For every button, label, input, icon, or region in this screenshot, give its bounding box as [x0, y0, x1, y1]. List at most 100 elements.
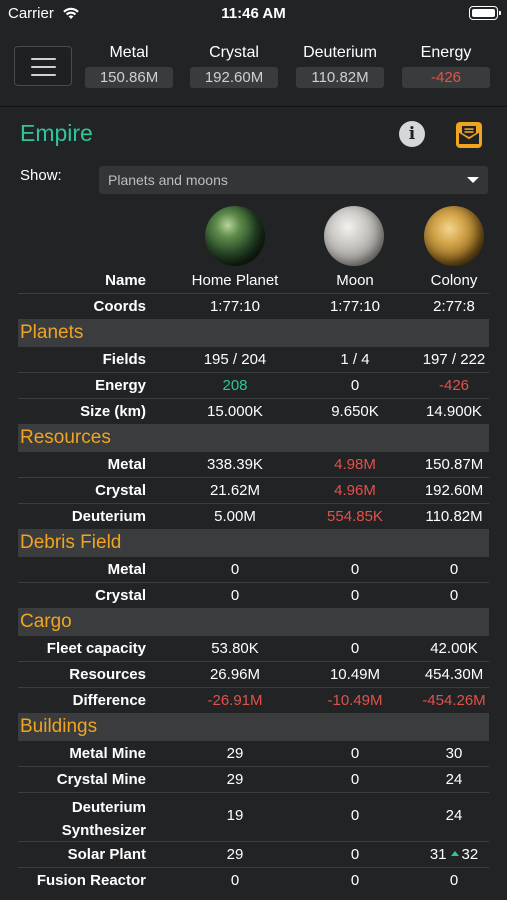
coords-cell: 2:77:8 — [433, 298, 475, 315]
resource-value: 192.60M — [190, 67, 278, 88]
header-divider — [0, 106, 507, 107]
table-row-size: Size (km) 15.000K 9.650K 14.900K — [18, 399, 489, 425]
table-cell: 26.96M — [209, 666, 261, 683]
header-resource-metal: Metal 150.86M — [85, 44, 173, 88]
resource-name: Crystal — [209, 44, 259, 61]
table-row-name: Name Home Planet Moon Colony — [18, 268, 489, 294]
section-title: Cargo — [20, 611, 72, 632]
table-cell: 197 / 222 — [422, 351, 486, 368]
row-label: Deuterium Synthesizer — [18, 796, 146, 842]
resource-name: Energy — [420, 44, 472, 61]
row-label: Name — [105, 272, 146, 289]
row-label: Energy — [95, 377, 146, 394]
table-cell: 5.00M — [214, 508, 256, 525]
hamburger-menu-button[interactable] — [14, 46, 72, 86]
section-header-buildings: Buildings — [18, 714, 489, 741]
menu-icon — [31, 58, 56, 60]
status-bar: Carrier 11:46 AM — [0, 0, 507, 30]
clock: 11:46 AM — [221, 5, 286, 22]
row-label: Solar Plant — [67, 846, 146, 863]
row-label: Fusion Reactor — [36, 872, 146, 889]
upgrade-arrow-icon — [450, 851, 459, 857]
table-cell: 29 — [226, 745, 244, 762]
table-cell: 29 — [226, 846, 244, 863]
table-cell: 0 — [449, 872, 459, 889]
section-header-cargo: Cargo — [18, 609, 489, 636]
header-resource-crystal: Crystal 192.60M — [190, 44, 278, 88]
row-label: Coords — [93, 298, 147, 315]
resource-name: Metal — [109, 44, 149, 61]
section-header-resources: Resources — [18, 425, 489, 452]
table-cell: -454.26M — [422, 692, 486, 709]
info-icon[interactable]: i — [399, 121, 425, 147]
row-label: Size (km) — [80, 403, 146, 420]
header-resource-deuterium: Deuterium 110.82M — [296, 44, 384, 88]
table-cell: 0 — [230, 587, 240, 604]
table-cell: 192.60M — [424, 482, 484, 499]
table-cell: -26.91M — [207, 692, 263, 709]
resource-name: Deuterium — [303, 44, 377, 61]
messages-icon[interactable] — [454, 120, 484, 150]
planet-name-cell[interactable]: Colony — [394, 272, 507, 290]
table-cell: 208 — [222, 377, 248, 394]
table-cell: 338.39K — [207, 456, 263, 473]
table-cell: 110.82M — [425, 508, 483, 525]
header-resource-energy: Energy -426 — [402, 44, 490, 88]
table-cell: 14.900K — [426, 403, 482, 420]
table-cell: 24 — [445, 807, 463, 824]
coords-cell: 1:77:10 — [209, 298, 261, 315]
row-label: Crystal Mine — [56, 771, 146, 788]
table-cell: 29 — [226, 771, 244, 788]
moon-image[interactable] — [324, 206, 384, 266]
row-label: Metal — [107, 456, 146, 473]
colony-planet-image[interactable] — [424, 206, 484, 266]
table-cell: 0 — [449, 561, 459, 578]
battery-icon — [469, 6, 501, 20]
table-row-solar-plant: Solar Plant 29 0 31 32 — [18, 842, 489, 868]
resource-value: -426 — [402, 67, 490, 88]
current-level: 31 — [429, 846, 447, 863]
show-filter-select[interactable]: Planets and moons — [99, 166, 488, 194]
table-row-coords: Coords 1:77:10 1:77:10 2:77:8 — [18, 294, 489, 320]
table-row-debris-metal: Metal 0 0 0 — [18, 557, 489, 583]
table-row-deuterium-synthesizer: Deuterium Synthesizer 19 0 24 — [18, 793, 489, 842]
section-header-planets: Planets — [18, 320, 489, 347]
table-row-difference: Difference -26.91M -10.49M -454.26M — [18, 688, 489, 714]
table-cell: 42.00K — [430, 640, 478, 657]
table-cell: 21.62M — [209, 482, 261, 499]
row-label: Metal Mine — [69, 745, 146, 762]
row-label-line: Synthesizer — [61, 822, 146, 839]
table-row-cargo-resources: Resources 26.96M 10.49M 454.30M — [18, 662, 489, 688]
table-cell: 53.80K — [211, 640, 259, 657]
page-title: Empire — [20, 120, 93, 146]
table-cell-upgrading: 31 32 — [394, 846, 507, 864]
section-title: Debris Field — [20, 532, 122, 553]
table-row-energy: Energy 208 0 -426 — [18, 373, 489, 399]
home-planet-image[interactable] — [205, 206, 265, 266]
resource-value: 150.86M — [85, 67, 173, 88]
planet-name-cell[interactable]: Home Planet — [175, 272, 295, 290]
row-label: Fleet capacity — [46, 640, 146, 657]
table-row-fleet-capacity: Fleet capacity 53.80K 0 42.00K — [18, 636, 489, 662]
row-label-line: Deuterium — [71, 799, 146, 816]
table-cell: 0 — [449, 587, 459, 604]
table-row-debris-crystal: Crystal 0 0 0 — [18, 583, 489, 609]
table-cell: 24 — [445, 771, 463, 788]
table-cell: 0 — [230, 872, 240, 889]
table-cell: 15.000K — [207, 403, 263, 420]
section-title: Planets — [20, 322, 84, 343]
table-cell: 19 — [226, 807, 244, 824]
table-cell: 150.87M — [424, 456, 484, 473]
table-row-metal-mine: Metal Mine 29 0 30 — [18, 741, 489, 767]
row-label: Deuterium — [71, 508, 146, 525]
section-header-debris: Debris Field — [18, 530, 489, 557]
section-title: Resources — [20, 427, 111, 448]
table-row-crystal: Crystal 21.62M 4.96M 192.60M — [18, 478, 489, 504]
show-label: Show: — [20, 167, 62, 184]
table-row-fields: Fields 195 / 204 1 / 4 197 / 222 — [18, 347, 489, 373]
table-cell: 0 — [230, 561, 240, 578]
resource-value: 110.82M — [296, 67, 384, 88]
row-label: Fields — [102, 351, 146, 368]
table-row-fusion-reactor: Fusion Reactor 0 0 0 — [18, 868, 489, 894]
table-row-metal: Metal 338.39K 4.98M 150.87M — [18, 452, 489, 478]
